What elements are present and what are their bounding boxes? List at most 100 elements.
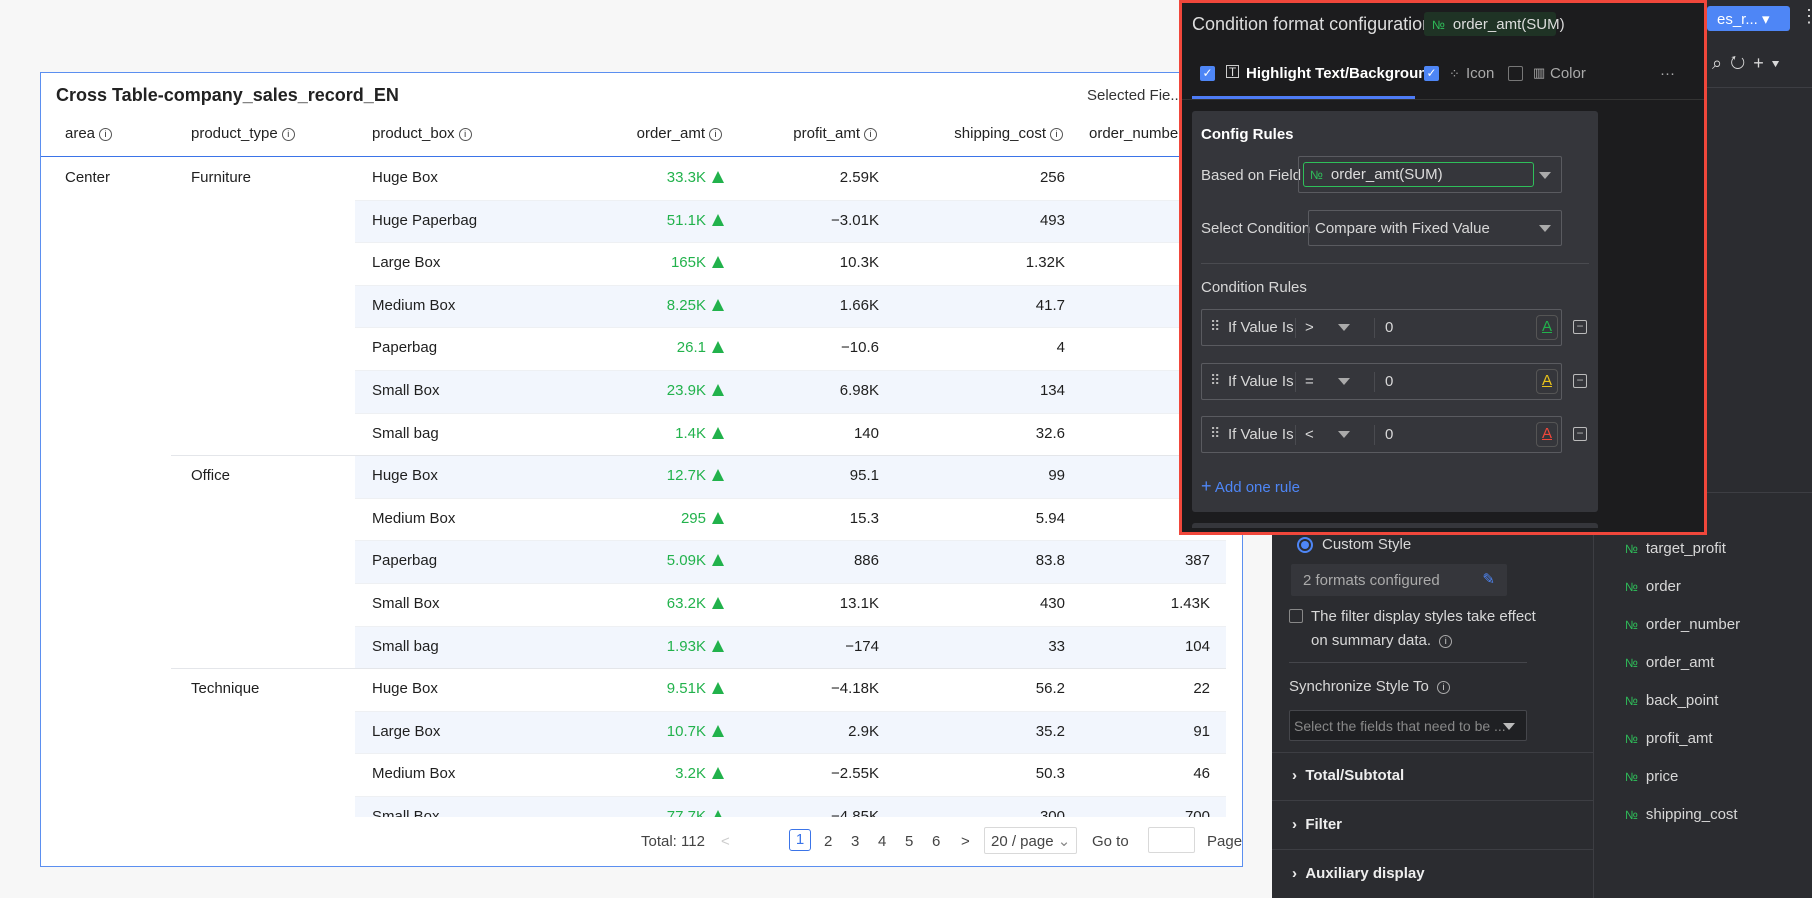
page-1[interactable]: 1 — [789, 829, 811, 851]
cell-order-amt: 51.1K — [667, 200, 724, 243]
cell-shipping-cost: 1.32K — [1025, 254, 1065, 272]
filter-style-label: The filter display styles take effect — [1311, 608, 1536, 625]
search-icon[interactable]: ⌕ — [1712, 53, 1730, 73]
cell-shipping-cost: 41.7 — [1035, 296, 1065, 314]
page-5[interactable]: 5 — [905, 833, 913, 850]
highlight-checkbox[interactable]: ✓ — [1200, 66, 1215, 81]
order-amt-value: 295 — [680, 509, 706, 527]
cell-product-box: Large Box — [372, 254, 441, 272]
plus-icon[interactable]: + — [1753, 53, 1772, 73]
edit-icon[interactable]: ✎ — [1482, 570, 1495, 588]
formats-configured-box[interactable]: 2 formats configured ✎ — [1291, 564, 1507, 596]
operator-select[interactable]: > — [1300, 310, 1380, 345]
sync-style-select[interactable]: Select the fields that need to be ... — [1289, 710, 1527, 741]
group-divider — [171, 668, 1226, 670]
header-profit-amt[interactable]: profit_amt i — [793, 125, 877, 142]
header-order-number[interactable]: order_numbe — [1089, 125, 1178, 142]
based-on-field-select[interactable]: № order_amt(SUM) — [1298, 156, 1562, 193]
page-3[interactable]: 3 — [851, 833, 859, 850]
order-amt-value: 12.7K — [666, 467, 706, 485]
color-checkbox[interactable] — [1508, 66, 1523, 81]
row-stripe — [355, 199, 1226, 243]
next-page-icon[interactable]: > — [961, 833, 970, 850]
operator-select[interactable]: = — [1300, 364, 1380, 399]
dataset-select-button[interactable]: es_r... ▾ — [1707, 6, 1790, 31]
remove-rule-icon[interactable]: − — [1573, 427, 1587, 441]
page-6[interactable]: 6 — [932, 833, 940, 850]
header-product-box[interactable]: product_box i — [372, 125, 472, 142]
add-rule-label: Add one rule — [1214, 479, 1300, 496]
selected-field-text: order_amt(SUM) — [1330, 166, 1443, 183]
header-label: shipping_cost — [954, 125, 1046, 142]
custom-style-radio[interactable] — [1297, 537, 1313, 553]
row-stripe — [355, 455, 1226, 498]
text-color-picker[interactable]: A — [1536, 422, 1558, 447]
field-item[interactable]: № profit_amt — [1625, 730, 1713, 747]
row-divider — [355, 327, 1226, 329]
tab-label: Icon — [1466, 65, 1495, 82]
select-condition-select[interactable]: Compare with Fixed Value — [1308, 210, 1562, 246]
field-item[interactable]: № order_amt — [1625, 654, 1714, 671]
header-order-amt[interactable]: order_amt i — [637, 125, 722, 142]
field-item[interactable]: № order — [1625, 578, 1681, 595]
field-item[interactable]: № back_point — [1625, 692, 1718, 709]
caret-down-icon[interactable]: ▾ — [1772, 53, 1788, 73]
page-size-select[interactable]: 20 / page ⌄ — [984, 827, 1077, 854]
arrow-up-icon — [712, 469, 724, 482]
field-label: order_amt — [1645, 654, 1715, 671]
header-shipping-cost[interactable]: shipping_cost i — [954, 125, 1063, 142]
remove-rule-icon[interactable]: − — [1573, 320, 1587, 334]
cross-table-card: Cross Table-company_sales_record_EN Sele… — [40, 72, 1243, 867]
order-amt-value: 9.51K — [666, 680, 706, 698]
goto-label: Go to — [1092, 833, 1129, 850]
value-input[interactable]: 0 — [1385, 426, 1393, 443]
section-total-subtotal[interactable]: › Total/Subtotal — [1292, 767, 1404, 784]
table-row: Medium Box 8.25K 1.66K 41.7 — [41, 284, 1226, 328]
goto-input[interactable] — [1148, 827, 1195, 853]
field-item[interactable]: № price — [1625, 768, 1678, 785]
section-auxiliary-display[interactable]: › Auxiliary display — [1292, 865, 1425, 882]
table-row: Small bag 1.4K 140 32.6 — [41, 412, 1226, 456]
tab-color[interactable]: ▥ Color — [1508, 66, 1628, 86]
field-item[interactable]: № target_profit — [1625, 540, 1726, 557]
value-input[interactable]: 0 — [1385, 319, 1393, 336]
chevron-right-icon: › — [1292, 767, 1297, 784]
refresh-icon[interactable]: ↻ — [1730, 53, 1753, 73]
add-rule-button[interactable]: + Add one rule — [1201, 476, 1300, 497]
divider — [1295, 425, 1296, 445]
page-4[interactable]: 4 — [878, 833, 886, 850]
header-area[interactable]: area i — [65, 125, 113, 142]
filter-style-label-2: on summary data. i — [1311, 632, 1453, 649]
text-color-picker[interactable]: A — [1536, 368, 1558, 394]
group-divider — [171, 455, 1226, 457]
remove-rule-icon[interactable]: − — [1573, 373, 1587, 388]
tab-label: Highlight Text/Background — [1246, 65, 1437, 82]
arrow-up-icon — [712, 384, 724, 396]
page-2[interactable]: 2 — [824, 833, 832, 850]
more-tabs-icon[interactable]: ··· — [1660, 65, 1675, 82]
more-vertical-icon[interactable]: ⋮ — [1800, 6, 1812, 27]
text-color-picker[interactable]: A — [1536, 315, 1558, 340]
header-product-type[interactable]: product_type i — [191, 125, 295, 142]
divider — [1201, 263, 1589, 264]
drag-handle-icon[interactable]: ⠿ — [1210, 318, 1220, 335]
drag-handle-icon[interactable]: ⠿ — [1210, 425, 1220, 442]
field-item[interactable]: № order_number — [1625, 616, 1740, 633]
cell-product-box: Huge Paperbag — [372, 211, 478, 229]
field-label: target_profit — [1645, 540, 1726, 557]
field-label: shipping_cost — [1645, 806, 1738, 823]
cell-profit-amt: 1.66K — [839, 296, 879, 314]
operator-select[interactable]: < — [1300, 417, 1380, 452]
info-icon: i — [709, 128, 722, 141]
cell-order-amt: 8.25K — [667, 285, 724, 328]
section-filter[interactable]: › Filter — [1292, 816, 1342, 833]
field-item[interactable]: № shipping_cost — [1625, 806, 1738, 823]
value-input[interactable]: 0 — [1385, 373, 1393, 390]
drag-handle-icon[interactable]: ⠿ — [1210, 372, 1220, 389]
prev-page-icon[interactable]: < — [721, 833, 730, 850]
filter-style-checkbox[interactable] — [1289, 609, 1303, 623]
cell-product-type: Furniture — [191, 169, 252, 186]
arrow-up-icon — [712, 682, 724, 695]
row-stripe — [355, 710, 1226, 754]
icon-checkbox[interactable]: ✓ — [1424, 66, 1439, 81]
